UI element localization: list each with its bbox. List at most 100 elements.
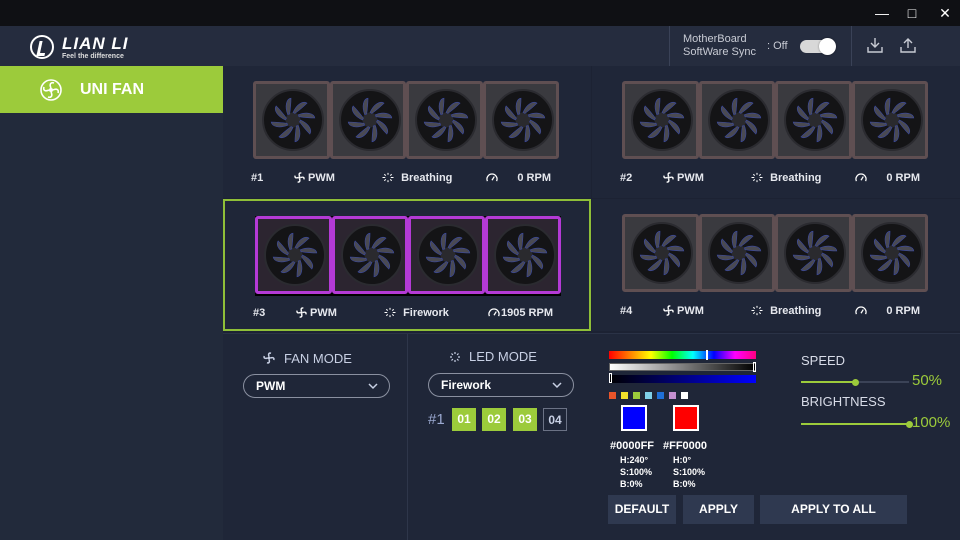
brightness-value: 100% bbox=[912, 414, 951, 431]
hue-slider[interactable] bbox=[609, 350, 756, 360]
fan-unit bbox=[851, 81, 928, 159]
speed-label: SPEED bbox=[801, 353, 846, 368]
fan-unit bbox=[331, 216, 408, 294]
default-button[interactable]: DEFAULT bbox=[608, 495, 676, 524]
fan-unit bbox=[408, 216, 485, 294]
color-slot-2[interactable] bbox=[673, 405, 699, 431]
motherboard-sync-state: : Off bbox=[767, 40, 788, 52]
fan-group-2[interactable]: #2 PWM Breathing 0 RPM bbox=[592, 66, 960, 198]
group-rpm-value: 1905 RPM bbox=[501, 307, 553, 319]
header-divider bbox=[669, 26, 670, 66]
fan-group-1[interactable]: #1 PWM Breathing 0 RPM bbox=[223, 66, 591, 198]
group-led-mode: Breathing bbox=[381, 172, 452, 184]
group-fan-mode: PWM bbox=[296, 307, 337, 319]
fan-mode-dropdown[interactable]: PWM bbox=[243, 374, 390, 398]
preset-color-swatch[interactable] bbox=[621, 392, 628, 399]
fan-unit bbox=[775, 214, 852, 292]
fan-unit bbox=[698, 214, 775, 292]
motherboard-sync-label-line2: SoftWare Sync bbox=[683, 46, 756, 58]
apply-to-all-button[interactable]: APPLY TO ALL bbox=[760, 495, 907, 524]
group-rpm bbox=[485, 172, 502, 184]
fan-unit bbox=[255, 216, 332, 294]
group-led-mode: Breathing bbox=[750, 172, 821, 184]
group-rpm-value: 0 RPM bbox=[886, 305, 920, 317]
led-mode-title: LED MODE bbox=[469, 349, 537, 364]
preset-color-swatch[interactable] bbox=[633, 392, 640, 399]
group-fan-mode: PWM bbox=[663, 172, 704, 184]
chevron-down-icon bbox=[552, 382, 562, 389]
zone-button-03[interactable]: 03 bbox=[513, 408, 537, 431]
sidebar-item-uni-fan[interactable]: UNI FAN bbox=[0, 66, 223, 113]
fan-mode-value: PWM bbox=[256, 379, 286, 393]
led-mode-value: Firework bbox=[441, 378, 492, 392]
group-id: #4 bbox=[620, 305, 633, 317]
preset-color-swatch[interactable] bbox=[645, 392, 652, 399]
fan-unit bbox=[851, 214, 928, 292]
preset-color-swatch[interactable] bbox=[657, 392, 664, 399]
brightness-label: BRIGHTNESS bbox=[801, 394, 886, 409]
led-mode-icon bbox=[450, 352, 460, 362]
apply-button[interactable]: APPLY bbox=[683, 495, 754, 524]
sidebar-item-label: UNI FAN bbox=[80, 80, 144, 98]
fan-group-4[interactable]: #4 PWM Breathing 0 RPM bbox=[592, 199, 960, 331]
download-icon[interactable] bbox=[866, 36, 884, 54]
fan-group-info: #3 PWM Firework 1905 RPM bbox=[253, 307, 563, 323]
fan-group-info: #4 PWM Breathing 0 RPM bbox=[620, 305, 930, 321]
close-icon[interactable]: ✕ bbox=[935, 3, 955, 23]
color-2-hex: #FF0000 bbox=[663, 440, 708, 452]
header-divider bbox=[851, 26, 852, 66]
chevron-down-icon bbox=[368, 383, 378, 390]
zone-button-02[interactable]: 02 bbox=[482, 408, 506, 431]
group-fan-mode: PWM bbox=[663, 305, 704, 317]
led-mode-dropdown[interactable]: Firework bbox=[428, 373, 574, 397]
speed-slider-knob[interactable] bbox=[851, 378, 859, 386]
motherboard-sync-label-line1: MotherBoard bbox=[683, 33, 747, 45]
fan-unit bbox=[775, 81, 852, 159]
fan-group-info: #1 PWM Breathing 0 RPM bbox=[251, 172, 561, 188]
preset-color-swatch[interactable] bbox=[669, 392, 676, 399]
brightness-gradient-slider[interactable] bbox=[609, 362, 756, 372]
fan-strip bbox=[622, 214, 928, 294]
fan-unit bbox=[698, 81, 775, 159]
fan-unit bbox=[484, 216, 561, 294]
fan-unit bbox=[406, 81, 483, 159]
group-fan-mode: PWM bbox=[294, 172, 335, 184]
group-rpm-value: 0 RPM bbox=[517, 172, 551, 184]
color-1-hsb: H:240° S:100% B:0% bbox=[620, 455, 653, 489]
color-2-hsb: H:0° S:100% B:0% bbox=[673, 455, 706, 489]
color-slot-1[interactable] bbox=[621, 405, 647, 431]
controls-panel: FAN MODE PWM LED MODE Firework #1 01 02 … bbox=[223, 333, 960, 540]
brightness-slider[interactable] bbox=[801, 420, 913, 428]
color-1-hex: #0000FF bbox=[610, 440, 655, 452]
group-led-mode: Breathing bbox=[750, 305, 821, 317]
title-bar: — □ ✕ bbox=[0, 0, 960, 26]
fan-strip bbox=[622, 81, 928, 161]
fan-group-3[interactable]: #3 PWM Firework 1905 RPM bbox=[223, 199, 591, 331]
minimize-icon[interactable]: — bbox=[872, 3, 892, 23]
group-id: #2 bbox=[620, 172, 633, 184]
fan-unit bbox=[253, 81, 330, 159]
group-rpm bbox=[854, 305, 871, 317]
speed-slider[interactable] bbox=[801, 378, 909, 386]
upload-icon[interactable] bbox=[899, 36, 917, 54]
motherboard-sync-toggle[interactable] bbox=[800, 38, 836, 55]
group-rpm bbox=[854, 172, 871, 184]
fan-mode-icon bbox=[263, 352, 275, 364]
fan-group-info: #2 PWM Breathing 0 RPM bbox=[620, 172, 930, 188]
zone-button-01[interactable]: 01 bbox=[452, 408, 476, 431]
logo-tagline: Feel the difference bbox=[62, 52, 124, 60]
preset-color-swatch[interactable] bbox=[681, 392, 688, 399]
logo-text: LIAN LI bbox=[62, 33, 129, 53]
motherboard-sync-label: MotherBoard SoftWare Sync bbox=[683, 33, 756, 59]
fan-strip bbox=[255, 216, 561, 296]
group-led-mode: Firework bbox=[383, 307, 449, 319]
fan-mode-title: FAN MODE bbox=[284, 351, 352, 366]
zone-button-04[interactable]: 04 bbox=[543, 408, 567, 431]
fan-unit bbox=[622, 214, 699, 292]
maximize-icon[interactable]: □ bbox=[902, 3, 922, 23]
led-group-label: #1 bbox=[428, 411, 445, 428]
preset-color-swatch[interactable] bbox=[609, 392, 616, 399]
saturation-slider[interactable] bbox=[609, 373, 756, 383]
fan-strip bbox=[253, 81, 559, 161]
fan-unit bbox=[622, 81, 699, 159]
